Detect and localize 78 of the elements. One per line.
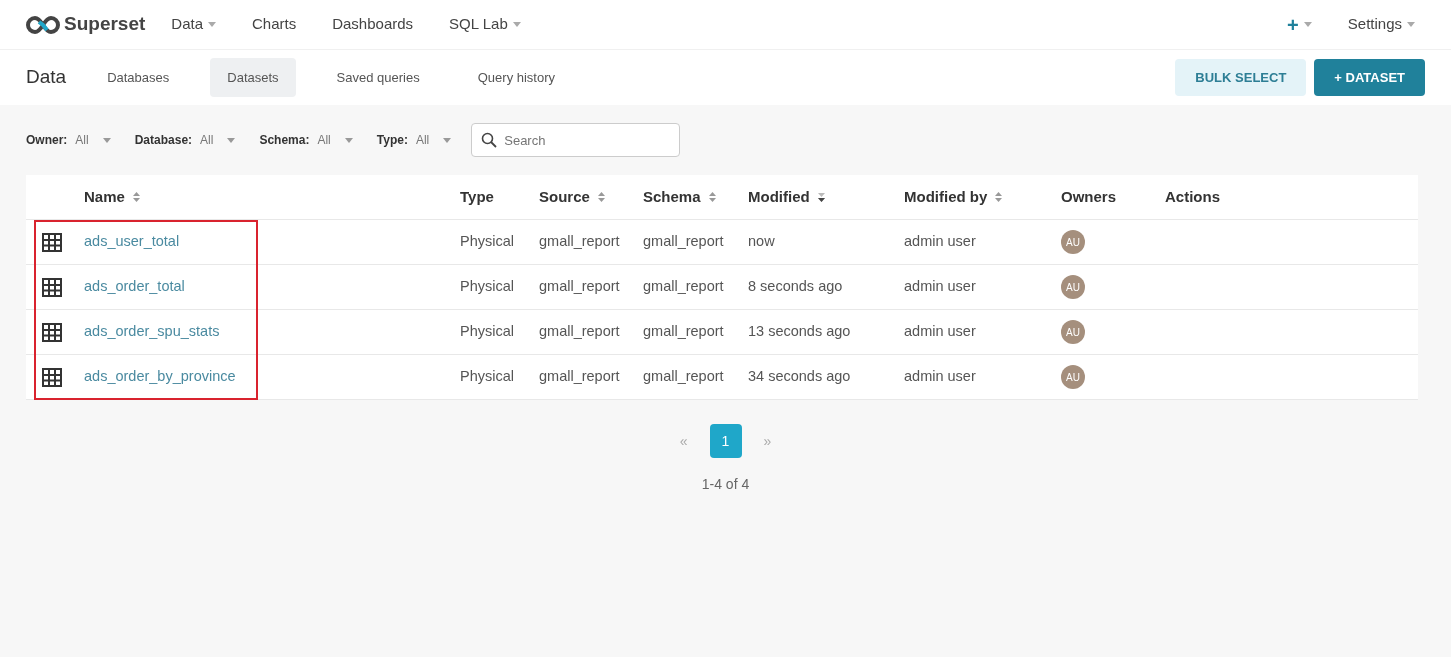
dataset-link[interactable]: ads_order_spu_stats	[84, 323, 220, 340]
caret-icon	[102, 137, 111, 143]
subheader-tab[interactable]: Datasets	[210, 57, 296, 98]
search-icon	[481, 132, 498, 148]
sort-descending-icon[interactable]	[817, 192, 825, 202]
table-grid-icon	[42, 323, 62, 343]
caret-icon	[443, 137, 452, 143]
owner-avatar: AU	[1061, 230, 1085, 254]
sort-icon[interactable]	[132, 192, 140, 202]
filter-label: Type:	[376, 132, 408, 149]
add-dataset-button[interactable]: + DATASET	[1314, 58, 1425, 97]
table-cell: admin user	[904, 368, 976, 385]
filter-select[interactable]: All	[407, 131, 452, 149]
column-header: Modified by	[904, 186, 988, 207]
search-field[interactable]: Search	[471, 123, 681, 157]
filter-select[interactable]: All	[192, 131, 236, 149]
table-cell: admin user	[904, 323, 976, 340]
owner-avatar: AU	[1061, 275, 1085, 299]
column-header: Modified	[748, 186, 810, 207]
table-cell: gmall_report	[643, 278, 724, 295]
owner-avatar: AU	[1061, 365, 1085, 389]
subheader-tab[interactable]: Query history	[460, 57, 573, 98]
caret-icon	[344, 137, 353, 143]
caret-icon	[227, 137, 236, 143]
table-cell: now	[748, 233, 775, 250]
nav-link[interactable]: Data	[161, 7, 226, 42]
owner-avatar: AU	[1061, 320, 1085, 344]
previous-page-button[interactable]: «	[673, 429, 694, 453]
table-cell: Physical	[460, 323, 514, 340]
add-menu[interactable]: +	[1277, 3, 1322, 46]
filter-label: Database:	[134, 132, 193, 149]
table-cell: gmall_report	[539, 233, 620, 250]
nav-link[interactable]: Dashboards	[322, 7, 424, 42]
column-header: Owners	[1061, 186, 1117, 207]
table-cell: 8 seconds ago	[748, 278, 843, 295]
table-grid-icon	[42, 278, 62, 298]
table-cell: admin user	[904, 233, 976, 250]
column-header: Name	[84, 186, 125, 207]
table-cell: gmall_report	[643, 368, 724, 385]
filter-select[interactable]: All	[67, 131, 111, 149]
subheader-tab[interactable]: Databases	[90, 57, 187, 98]
filter-label: Owner:	[26, 132, 68, 149]
settings-menu[interactable]: Settings	[1337, 7, 1425, 42]
table-cell: 13 seconds ago	[748, 323, 851, 340]
logo-icon[interactable]	[26, 15, 60, 34]
table-grid-icon	[42, 233, 62, 253]
sort-icon[interactable]	[597, 192, 605, 202]
column-header: Type	[460, 186, 494, 207]
column-header: Schema	[643, 186, 701, 207]
nav-link[interactable]: Charts	[242, 7, 307, 42]
table-grid-icon	[42, 368, 62, 388]
column-header: Actions	[1165, 186, 1220, 207]
sort-icon[interactable]	[708, 192, 716, 202]
dataset-link[interactable]: ads_user_total	[84, 233, 180, 250]
filter-label: Schema:	[259, 132, 310, 149]
page-button[interactable]: 1	[709, 424, 742, 458]
dataset-link[interactable]: ads_order_by_province	[84, 368, 236, 385]
table-cell: Physical	[460, 278, 514, 295]
table-cell: admin user	[904, 278, 976, 295]
table-cell: Physical	[460, 368, 514, 385]
table-cell: gmall_report	[539, 278, 620, 295]
sort-icon[interactable]	[995, 192, 1003, 202]
page-title: Data	[26, 65, 67, 90]
pagination-summary: 1-4 of 4	[701, 475, 750, 494]
brand-name[interactable]: Superset	[64, 10, 146, 39]
nav-link[interactable]: SQL Lab	[439, 7, 531, 42]
next-page-button[interactable]: »	[757, 429, 778, 453]
table-cell: 34 seconds ago	[748, 368, 851, 385]
table-cell: Physical	[460, 233, 514, 250]
table-cell: gmall_report	[539, 323, 620, 340]
column-header: Source	[539, 186, 590, 207]
filter-select[interactable]: All	[309, 131, 353, 149]
table-cell: gmall_report	[643, 233, 724, 250]
table-cell: gmall_report	[539, 368, 620, 385]
dataset-link[interactable]: ads_order_total	[84, 278, 185, 295]
table-cell: gmall_report	[643, 323, 724, 340]
subheader-tab[interactable]: Saved queries	[319, 57, 437, 98]
bulk-select-button[interactable]: BULK SELECT	[1175, 58, 1307, 97]
